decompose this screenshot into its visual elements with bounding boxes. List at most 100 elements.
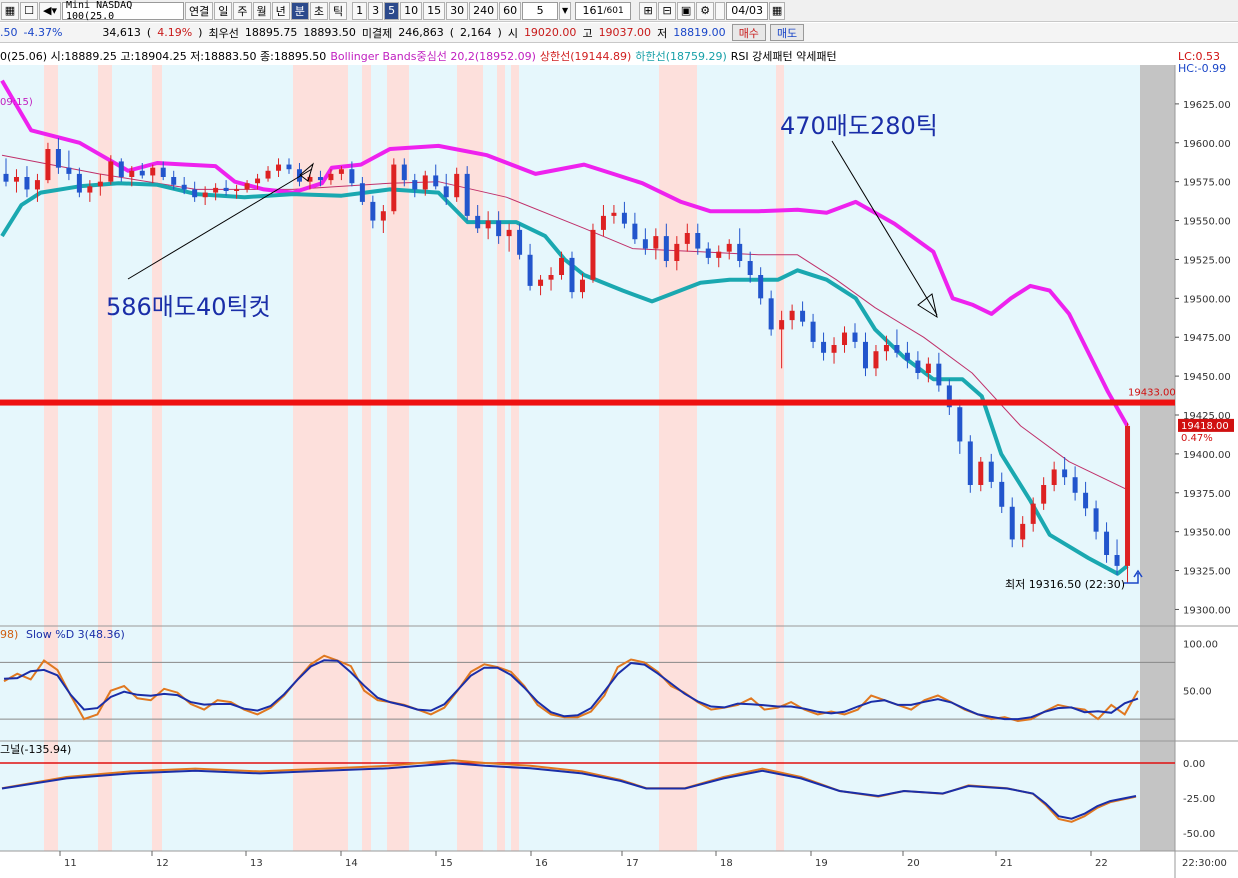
period-button[interactable]: 분 (290, 1, 309, 20)
candle-body (517, 229, 523, 255)
interval-button[interactable]: 10 (400, 1, 423, 20)
oi-label: 미결제 (361, 26, 393, 40)
open-label: 시 (507, 26, 518, 40)
calc-icon[interactable]: ☐ (20, 1, 38, 20)
candle-body (831, 345, 837, 353)
candle-body (45, 149, 51, 181)
interval-button[interactable]: 15 (423, 1, 446, 20)
period-button[interactable]: 틱 (329, 1, 348, 20)
y-tick-label: 19450.00 (1183, 372, 1231, 383)
candle-body (370, 201, 376, 221)
candle-body (13, 177, 19, 182)
candle-body (234, 189, 240, 191)
vol-paren-open: ( (146, 26, 152, 39)
chart-svg[interactable]: 19625.00 19600.00 19575.00 19550.00 19525.00… (0, 43, 1238, 878)
interval-button[interactable]: 1 (352, 1, 368, 20)
candle-body (559, 257, 565, 275)
x-tick-label: 12 (156, 858, 169, 869)
x-tick-label: 13 (250, 858, 263, 869)
x-tick-label: 18 (720, 858, 733, 869)
x-tick-label: 21 (1000, 858, 1013, 869)
calendar-icon[interactable]: ▦ (769, 1, 786, 20)
candle-body (705, 248, 711, 258)
count-input[interactable]: 161/601 (575, 1, 632, 20)
candle-body (548, 275, 554, 280)
interval-button[interactable]: 3 (368, 1, 384, 20)
symbol-input[interactable]: Mini NASDAQ 100(25.0 (62, 0, 184, 22)
date-input[interactable]: 04/03 (726, 1, 769, 20)
vol-paren-close: ) (198, 26, 203, 39)
candle-body (380, 211, 386, 221)
low-label: 저 (657, 26, 668, 40)
highlight-band (497, 65, 505, 851)
interval-button[interactable]: 30 (446, 1, 469, 20)
grid-icon[interactable]: ▦ (1, 1, 19, 20)
candle-body (55, 149, 61, 168)
interval-button[interactable]: 5 (384, 1, 400, 20)
candle-body (527, 254, 533, 286)
candle-body (632, 223, 638, 240)
interval-button[interactable]: 60 (499, 1, 522, 20)
candle-body (1072, 477, 1078, 493)
candle-body (328, 173, 334, 181)
chevron-down-icon[interactable]: ▼ (559, 1, 572, 20)
candle-body (496, 220, 502, 237)
stoch-tick-label: 100.00 (1183, 639, 1218, 650)
candle-body (1030, 503, 1036, 524)
candle-body (621, 212, 627, 224)
candle-body (600, 215, 606, 230)
left-clip-label: 09:15) (0, 97, 33, 108)
open-value: 19020.00 (523, 26, 577, 39)
speaker-icon[interactable]: ◀▾ (39, 1, 61, 20)
y-tick-label: 19475.00 (1183, 333, 1231, 344)
note-586-label: 586매도40틱컷 (106, 293, 271, 321)
candle-body (800, 310, 806, 322)
vol-pct: 4.19% (157, 26, 193, 39)
candle-body (789, 310, 795, 321)
period-button[interactable]: 연결 (185, 1, 214, 20)
candle-body (24, 177, 30, 190)
price-hline (0, 399, 1175, 406)
best-ask: 18895.75 (244, 26, 298, 39)
zoom-out-icon[interactable]: ⊟ (658, 1, 677, 20)
candle-body (76, 173, 82, 193)
candle-body (915, 360, 921, 373)
period-button[interactable]: 주 (233, 1, 252, 20)
candle-body (464, 173, 470, 216)
period-button[interactable]: 일 (214, 1, 233, 20)
highlight-band (44, 65, 58, 851)
candle-body (1020, 523, 1026, 540)
change-value: .50 (0, 26, 18, 39)
volume-value: 34,613 (102, 26, 141, 39)
interval-select[interactable]: 5 (522, 1, 559, 20)
period-button[interactable]: 초 (309, 1, 328, 20)
x-tick-label: 20 (907, 858, 920, 869)
period-button[interactable]: 년 (271, 1, 290, 20)
candle-body (506, 229, 512, 237)
date-checkbox[interactable] (715, 1, 726, 20)
highlight-band (776, 65, 784, 851)
save-icon[interactable]: ▣ (677, 1, 696, 20)
gear-icon[interactable]: ⚙ (696, 1, 715, 20)
stoch-label: Slow %D 3(48.36) (26, 628, 125, 641)
interval-buttons: 1 3 5 10 15 30 240 60 (351, 1, 522, 20)
candle-body (883, 345, 889, 352)
x-tick-label: 16 (535, 858, 548, 869)
candle-body (674, 243, 680, 261)
candle-body (475, 215, 481, 229)
candle-body (139, 170, 145, 176)
buy-button[interactable]: 매수 (731, 24, 766, 41)
candle-body (747, 261, 753, 275)
period-button[interactable]: 월 (252, 1, 271, 20)
candle-body (999, 481, 1005, 507)
sell-button[interactable]: 매도 (769, 24, 805, 41)
candle-body (181, 184, 187, 190)
highlight-band (457, 65, 483, 851)
candle-body (391, 164, 397, 212)
macd-label: 그널(-135.94) (0, 743, 71, 756)
candle-body (737, 243, 743, 261)
zoom-in-icon[interactable]: ⊞ (639, 1, 658, 20)
interval-button[interactable]: 240 (469, 1, 499, 20)
candle-body (1104, 531, 1110, 555)
candle-body (873, 351, 879, 369)
